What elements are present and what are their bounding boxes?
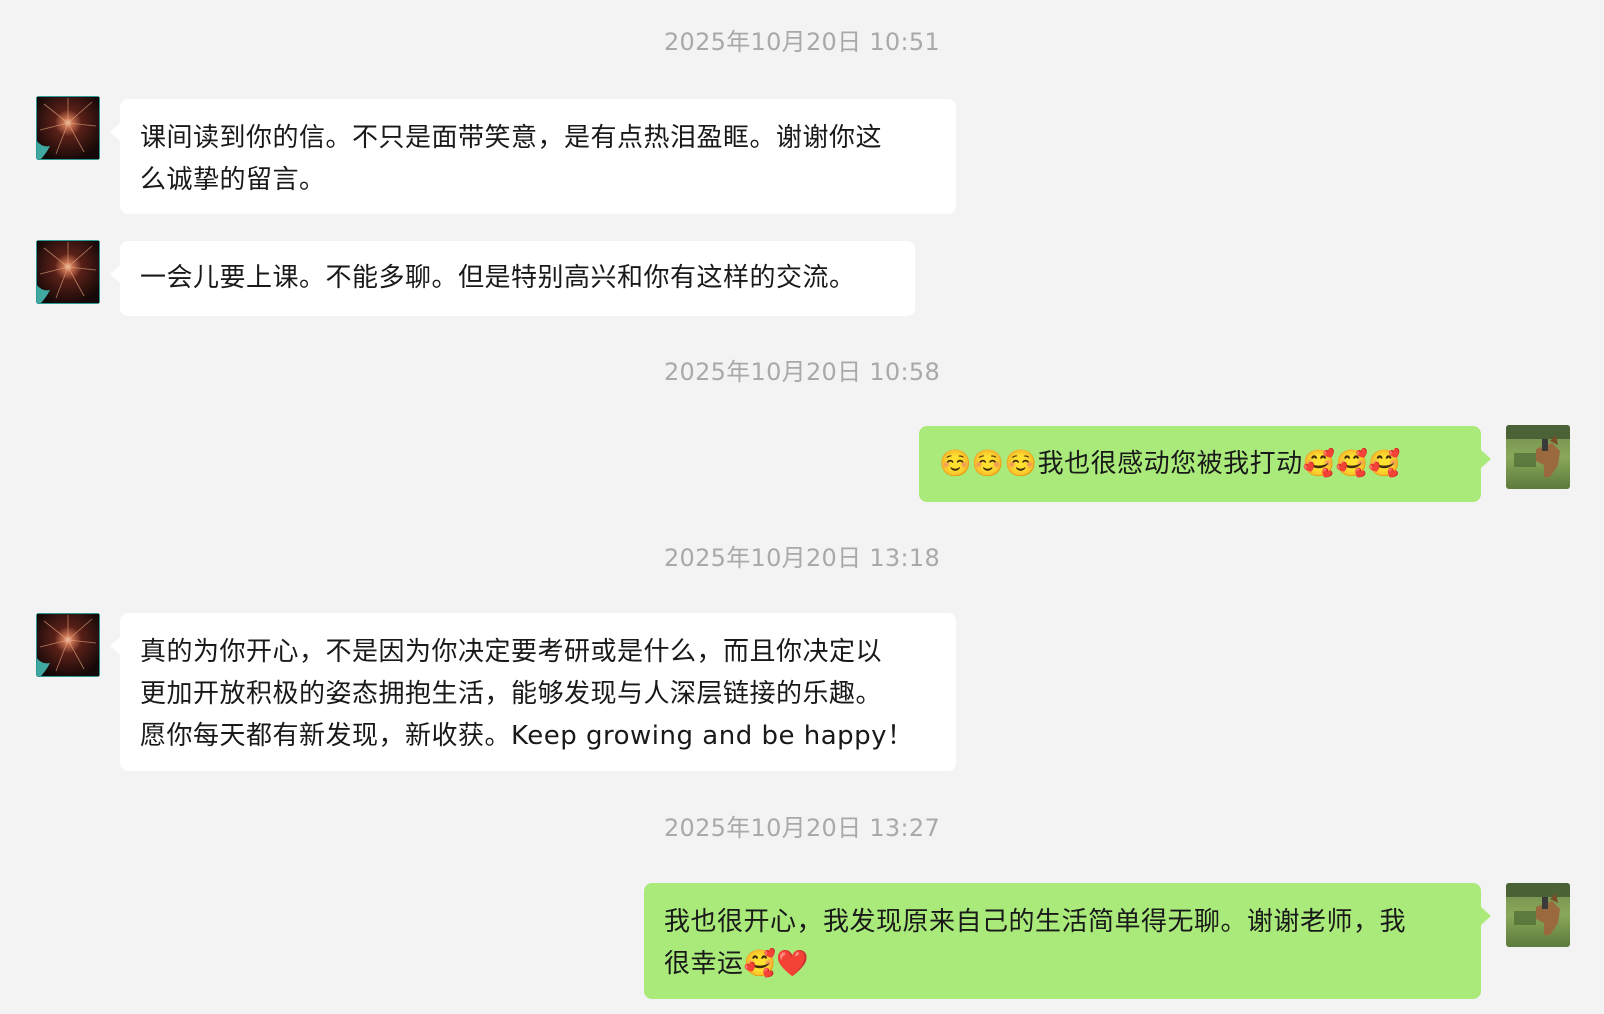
message-text: 课间读到你的信。不只是面带笑意，是有点热泪盈眶。谢谢你这	[140, 123, 883, 153]
message-text: 么诚挚的留言。	[140, 165, 326, 195]
message-bubble-outgoing[interactable]: ☺️☺️☺️我也很感动您被我打动🥰🥰🥰	[919, 426, 1491, 502]
message-text: 愿你每天都有新发现，新收获。Keep growing and be happy！	[140, 721, 914, 751]
timestamp: 2025年10月20日 10:51	[663, 28, 941, 56]
message-text: 一会儿要上课。不能多聊。但是特别高兴和你有这样的交流。	[140, 263, 856, 293]
message-bubble-incoming[interactable]: 课间读到你的信。不只是面带笑意，是有点热泪盈眶。谢谢你这 么诚挚的留言。	[110, 99, 956, 214]
message-bubble-incoming[interactable]: 真的为你开心，不是因为你决定要考研或是什么，而且你决定以 更加开放积极的姿态拥抱…	[110, 613, 956, 771]
my-avatar[interactable]	[1506, 883, 1570, 947]
message-text: 更加开放积极的姿态拥抱生活，能够发现与人深层链接的乐趣。	[140, 679, 883, 709]
my-avatar-image	[1506, 883, 1570, 947]
contact-avatar-image	[36, 96, 100, 160]
message-text: 很幸运🥰❤️	[664, 949, 810, 979]
contact-avatar[interactable]	[36, 96, 100, 160]
timestamp: 2025年10月20日 13:18	[663, 544, 941, 572]
my-avatar-image	[1506, 425, 1570, 489]
my-avatar[interactable]	[1506, 425, 1570, 489]
timestamp: 2025年10月20日 13:27	[663, 814, 941, 842]
message-text: ☺️☺️☺️我也很感动您被我打动🥰🥰🥰	[939, 449, 1402, 479]
contact-avatar[interactable]	[36, 240, 100, 304]
contact-avatar-image	[36, 240, 100, 304]
contact-avatar-image	[36, 613, 100, 677]
message-text: 我也很开心，我发现原来自己的生活简单得无聊。谢谢老师，我	[664, 907, 1407, 937]
timestamp: 2025年10月20日 10:58	[663, 358, 941, 386]
message-text: 真的为你开心，不是因为你决定要考研或是什么，而且你决定以	[140, 637, 883, 667]
contact-avatar[interactable]	[36, 613, 100, 677]
message-bubble-outgoing[interactable]: 我也很开心，我发现原来自己的生活简单得无聊。谢谢老师，我 很幸运🥰❤️	[644, 883, 1491, 999]
message-bubble-incoming[interactable]: 一会儿要上课。不能多聊。但是特别高兴和你有这样的交流。	[110, 241, 915, 316]
